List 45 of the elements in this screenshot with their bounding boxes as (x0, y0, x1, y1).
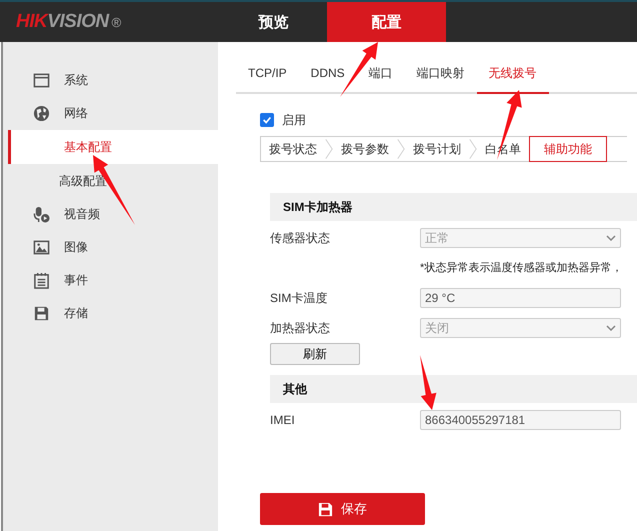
field-label: IMEI (270, 413, 296, 427)
sidebar-subitem[interactable]: 基本配置 (8, 130, 218, 164)
hint-text: *状态异常表示温度传感器或加热器异常， (419, 260, 624, 276)
logo: HIKVISION (16, 11, 109, 33)
field-label: 传感器状态 (270, 230, 331, 246)
sidebar-item[interactable]: 系统 (3, 64, 218, 97)
step-tab[interactable]: 拨号计划 (405, 137, 469, 161)
calendar-icon (33, 272, 50, 289)
image-icon (33, 239, 50, 256)
sidebar-item[interactable]: 事件 (3, 264, 218, 297)
check-icon (262, 115, 272, 125)
sidebar-item[interactable]: 视音频 (3, 198, 218, 231)
annotation-arrow (497, 90, 522, 160)
annotation-arrow (420, 355, 436, 410)
section-header: 其他 (270, 375, 637, 403)
chevron-icon (397, 137, 405, 161)
tab[interactable]: TCP/IP (236, 54, 299, 94)
tab[interactable]: DDNS (298, 54, 357, 94)
chevron-icon (469, 137, 477, 161)
enable-label: 启用 (282, 112, 306, 128)
registered-mark: ® (112, 14, 122, 30)
field-label: SIM卡温度 (270, 290, 328, 306)
tab[interactable]: 端口 (356, 54, 405, 94)
sidebar-item[interactable]: 存储 (3, 297, 218, 330)
step-tab[interactable]: 拨号参数 (333, 137, 397, 161)
sidebar-item[interactable]: 图像 (3, 231, 218, 264)
save-button[interactable]: 保存 (260, 493, 425, 525)
input-field[interactable]: 866340055297181 (420, 410, 621, 430)
step-tab[interactable]: 拨号状态 (261, 137, 325, 161)
sidebar-item[interactable]: 网络 (3, 97, 218, 130)
globe-icon (33, 105, 50, 122)
refresh-button[interactable]: 刷新 (270, 343, 360, 365)
step-tab[interactable]: 辅助功能 (529, 136, 607, 162)
nav-tab[interactable]: 配置 (327, 2, 446, 42)
chevron-icon (325, 137, 333, 161)
microphone-icon (33, 206, 50, 223)
field-label: 加热器状态 (270, 320, 331, 336)
section-header: SIM卡加热器 (270, 193, 637, 221)
window-icon (33, 72, 50, 89)
nav-tab[interactable]: 预览 (220, 2, 327, 42)
caret-icon (606, 235, 616, 241)
input-field[interactable]: 29 °C (420, 288, 621, 308)
tab[interactable]: 端口映射 (404, 54, 477, 94)
enable-checkbox[interactable] (260, 113, 274, 127)
caret-icon (606, 325, 616, 331)
